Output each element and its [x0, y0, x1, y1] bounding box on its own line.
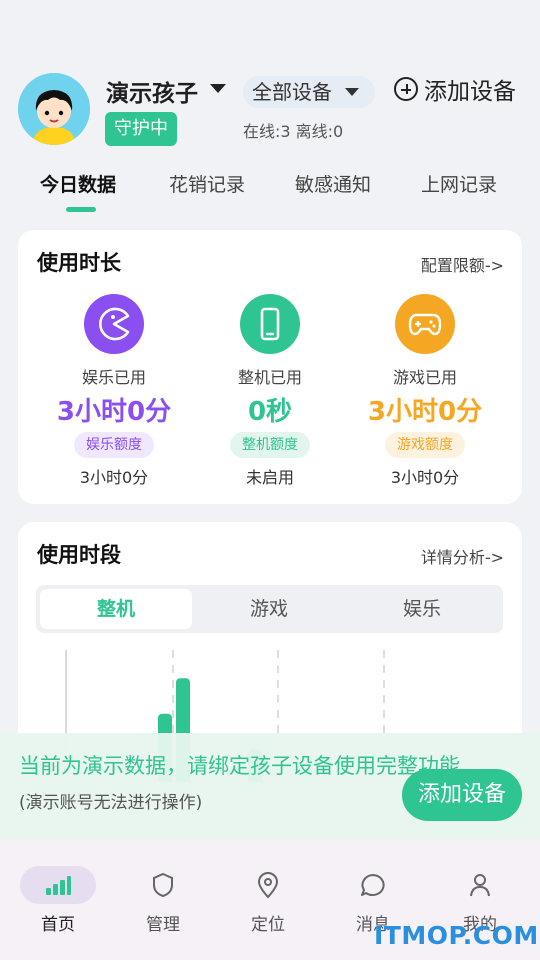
child-name[interactable]: 演示孩子 — [106, 74, 198, 108]
tab-spending[interactable]: 花销记录 — [169, 170, 245, 197]
segment-game[interactable]: 游戏 — [193, 589, 345, 629]
plus-circle-icon — [394, 77, 418, 101]
segment-device[interactable]: 整机 — [40, 589, 192, 629]
location-pin-icon — [230, 866, 306, 904]
add-device-button[interactable]: 添加设备 — [402, 769, 522, 821]
configure-limit-link[interactable]: 配置限额-> — [421, 252, 504, 276]
nav-manage[interactable]: 管理 — [123, 866, 203, 935]
demo-notice-text: 当前为演示数据，请绑定孩子设备使用完整功能 — [19, 754, 460, 778]
nav-location[interactable]: 定位 — [228, 866, 308, 935]
add-device-button[interactable]: 添加设备 — [394, 72, 516, 106]
quota-badge: 娱乐额度 — [74, 432, 154, 458]
tab-sensitive-notice[interactable]: 敏感通知 — [295, 170, 371, 197]
nav-label: 管理 — [146, 915, 180, 935]
stat-game[interactable]: 游戏已用 3小时0分 游戏额度 3小时0分 — [350, 294, 500, 488]
site-watermark: ITMOP.COM — [374, 921, 539, 950]
stat-value: 3小时0分 — [367, 397, 483, 427]
nav-label: 首页 — [41, 915, 75, 935]
nav-label: 定位 — [251, 915, 285, 935]
segment-entertainment[interactable]: 娱乐 — [346, 589, 498, 629]
gamepad-icon — [395, 294, 455, 354]
demo-notice-banner: 当前为演示数据，请绑定孩子设备使用完整功能 (演示账号无法进行操作) 添加设备 — [0, 733, 540, 840]
quota-badge: 游戏额度 — [385, 432, 465, 458]
period-segment-control: 整机 游戏 娱乐 — [36, 585, 503, 633]
shield-icon — [125, 866, 201, 904]
bar-chart-icon — [20, 866, 96, 904]
stat-label: 娱乐已用 — [81, 368, 146, 387]
detail-analysis-link[interactable]: 详情分析-> — [421, 544, 504, 568]
phone-icon — [240, 294, 300, 354]
stat-limit: 未启用 — [245, 468, 294, 487]
stat-label: 游戏已用 — [392, 368, 457, 387]
caret-down-icon[interactable] — [210, 84, 226, 93]
stat-value: 3小时0分 — [56, 397, 172, 427]
tab-browsing-history[interactable]: 上网记录 — [421, 170, 497, 197]
stat-limit: 3小时0分 — [79, 468, 149, 487]
add-device-label: 添加设备 — [424, 79, 516, 105]
child-avatar-icon — [18, 73, 90, 145]
stat-limit: 3小时0分 — [390, 468, 460, 487]
stat-value: 0秒 — [247, 397, 293, 427]
device-select[interactable]: 全部设备 — [243, 76, 375, 108]
pacman-icon — [84, 294, 144, 354]
online-status: 在线:3 离线:0 — [243, 122, 344, 141]
active-tab-indicator — [66, 207, 96, 212]
guard-status-badge: 守护中 — [105, 112, 177, 146]
avatar[interactable] — [18, 73, 90, 145]
stat-entertainment[interactable]: 娱乐已用 3小时0分 娱乐额度 3小时0分 — [39, 294, 189, 488]
quota-badge: 整机额度 — [230, 432, 310, 458]
stat-device[interactable]: 整机已用 0秒 整机额度 未启用 — [195, 294, 345, 488]
device-select-label: 全部设备 — [252, 80, 332, 104]
period-card-title: 使用时段 — [37, 543, 121, 567]
caret-down-icon — [345, 88, 359, 96]
person-icon — [442, 866, 518, 904]
tab-today-data[interactable]: 今日数据 — [40, 170, 116, 197]
usage-duration-card: 使用时长 配置限额-> 娱乐已用 3小时0分 娱乐额度 3小时0分 整机已用 0… — [18, 230, 522, 504]
message-bubble-icon — [335, 866, 411, 904]
demo-notice-subtext: (演示账号无法进行操作) — [19, 793, 203, 813]
stat-label: 整机已用 — [237, 368, 302, 387]
nav-home[interactable]: 首页 — [18, 866, 98, 935]
usage-card-title: 使用时长 — [37, 251, 121, 275]
